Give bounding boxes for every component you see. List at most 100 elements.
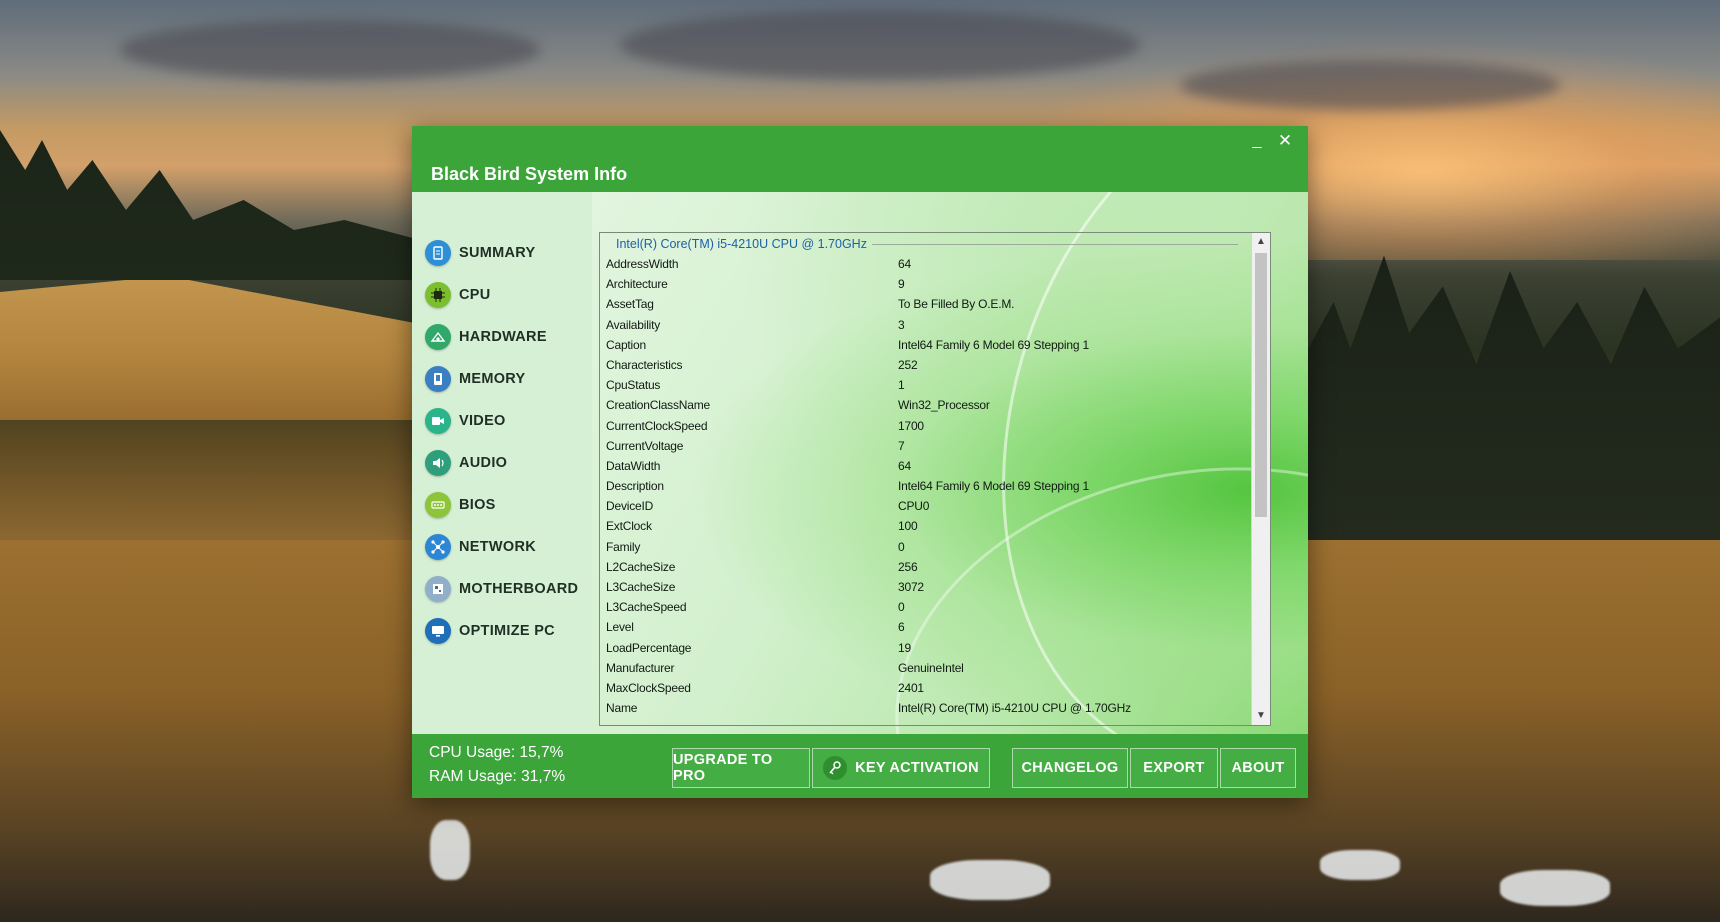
button-label: CHANGELOG bbox=[1021, 760, 1119, 776]
property-value: 3 bbox=[898, 317, 905, 332]
sidebar: SUMMARY CPU HARDWARE MEMORY VIDEO AUDIO … bbox=[412, 192, 592, 734]
property-row[interactable]: ExtClock 100 bbox=[606, 519, 1242, 539]
property-row[interactable]: DeviceID CPU0 bbox=[606, 499, 1242, 519]
property-row[interactable]: CreationClassName Win32_Processor bbox=[606, 398, 1242, 418]
minimize-button[interactable]: _ bbox=[1246, 130, 1268, 152]
close-button[interactable]: ✕ bbox=[1274, 130, 1296, 152]
upgrade-to-pro-button[interactable]: UPGRADE TO PRO bbox=[672, 748, 810, 788]
property-key: CurrentVoltage bbox=[606, 438, 684, 453]
scrollbar-thumb[interactable] bbox=[1255, 253, 1267, 517]
property-value: 1 bbox=[898, 378, 905, 393]
video-icon bbox=[425, 408, 451, 434]
property-key: AddressWidth bbox=[606, 257, 679, 271]
hill bbox=[0, 276, 420, 420]
footer-bar: CPU Usage: 15,7% RAM Usage: 31,7% UPGRAD… bbox=[412, 734, 1308, 798]
scroll-up-icon[interactable]: ▲ bbox=[1252, 233, 1270, 251]
ram-usage-text: RAM Usage: 31,7% bbox=[429, 768, 566, 785]
sidebar-item-audio[interactable]: AUDIO bbox=[425, 448, 590, 478]
cpu-info-panel: Intel(R) Core(TM) i5-4210U CPU @ 1.70GHz… bbox=[599, 232, 1271, 726]
property-row[interactable]: DataWidth 64 bbox=[606, 459, 1242, 479]
network-icon bbox=[425, 534, 451, 560]
property-key: L3CacheSize bbox=[606, 580, 676, 594]
sidebar-item-hardware[interactable]: HARDWARE bbox=[425, 322, 590, 352]
sidebar-item-bios[interactable]: BIOS bbox=[425, 490, 590, 520]
property-value: 9 bbox=[898, 277, 905, 292]
cpu-icon bbox=[425, 282, 451, 308]
property-key: DeviceID bbox=[606, 499, 654, 514]
sidebar-item-video[interactable]: VIDEO bbox=[425, 406, 590, 436]
property-row[interactable]: AddressWidth 64 bbox=[606, 257, 1242, 277]
property-row[interactable]: Characteristics 252 bbox=[606, 358, 1242, 378]
window-title: Black Bird System Info bbox=[431, 164, 628, 184]
cloud bbox=[1180, 60, 1560, 110]
property-row[interactable]: L2CacheSize 256 bbox=[606, 560, 1242, 580]
property-key: CurrentClockSpeed bbox=[606, 418, 708, 433]
property-row[interactable]: LoadPercentage 19 bbox=[606, 641, 1242, 661]
sidebar-item-label: MEMORY bbox=[459, 371, 526, 387]
sidebar-item-label: MOTHERBOARD bbox=[459, 581, 579, 597]
panel-title: Intel(R) Core(TM) i5-4210U CPU @ 1.70GHz bbox=[616, 237, 867, 251]
sidebar-item-label: BIOS bbox=[459, 497, 496, 513]
property-value: Intel(R) Core(TM) i5-4210U CPU @ 1.70GHz bbox=[898, 701, 1131, 716]
property-key: Family bbox=[606, 539, 641, 554]
sidebar-item-memory[interactable]: MEMORY bbox=[425, 364, 590, 394]
property-value: 3072 bbox=[898, 580, 924, 594]
property-key: LoadPercentage bbox=[606, 640, 692, 655]
property-key: Architecture bbox=[606, 277, 668, 292]
property-row[interactable]: AssetTag To Be Filled By O.E.M. bbox=[606, 297, 1242, 317]
sidebar-item-motherboard[interactable]: MOTHERBOARD bbox=[425, 574, 590, 604]
property-value: 0 bbox=[898, 600, 905, 615]
property-row[interactable]: L3CacheSpeed 0 bbox=[606, 600, 1242, 620]
property-key: ExtClock bbox=[606, 519, 652, 534]
audio-icon bbox=[425, 450, 451, 476]
property-row[interactable]: L3CacheSize 3072 bbox=[606, 580, 1242, 600]
about-button[interactable]: ABOUT bbox=[1220, 748, 1296, 788]
sidebar-item-network[interactable]: NETWORK bbox=[425, 532, 590, 562]
sidebar-item-label: SUMMARY bbox=[459, 245, 536, 261]
property-row[interactable]: CurrentClockSpeed 1700 bbox=[606, 419, 1242, 439]
property-row[interactable]: Name Intel(R) Core(TM) i5-4210U CPU @ 1.7… bbox=[606, 701, 1242, 721]
property-key: Caption bbox=[606, 337, 646, 352]
sidebar-item-summary[interactable]: SUMMARY bbox=[425, 238, 590, 268]
property-row[interactable]: Caption Intel64 Family 6 Model 69 Steppin… bbox=[606, 338, 1242, 358]
vertical-scrollbar[interactable]: ▲ ▼ bbox=[1251, 233, 1270, 725]
property-row[interactable]: Description Intel64 Family 6 Model 69 Ste… bbox=[606, 479, 1242, 499]
motherboard-icon bbox=[425, 576, 451, 602]
export-button[interactable]: EXPORT bbox=[1130, 748, 1218, 788]
snow-patch bbox=[1500, 870, 1610, 906]
property-row[interactable]: CpuStatus 1 bbox=[606, 378, 1242, 398]
property-value: CPU0 bbox=[898, 499, 930, 514]
sidebar-item-optimize-pc[interactable]: OPTIMIZE PC bbox=[425, 616, 590, 646]
property-value: 252 bbox=[898, 357, 918, 372]
property-key: Manufacturer bbox=[606, 660, 675, 675]
property-value: 256 bbox=[898, 559, 918, 574]
property-value: 19 bbox=[898, 640, 911, 655]
property-value: Intel64 Family 6 Model 69 Stepping 1 bbox=[898, 479, 1089, 494]
sidebar-item-cpu[interactable]: CPU bbox=[425, 280, 590, 310]
property-row[interactable]: Architecture 9 bbox=[606, 277, 1242, 297]
property-row[interactable]: Level 6 bbox=[606, 620, 1242, 640]
property-key: MaxClockSpeed bbox=[606, 680, 691, 695]
sidebar-item-label: AUDIO bbox=[459, 455, 508, 471]
property-value: 2401 bbox=[898, 680, 924, 695]
property-value: Intel64 Family 6 Model 69 Stepping 1 bbox=[898, 337, 1089, 352]
property-value: GenuineIntel bbox=[898, 660, 964, 675]
key-activation-button[interactable]: KEY ACTIVATION bbox=[812, 748, 990, 788]
property-key: Level bbox=[606, 620, 634, 635]
property-row[interactable]: MaxClockSpeed 2401 bbox=[606, 681, 1242, 701]
property-row[interactable]: Family 0 bbox=[606, 540, 1242, 560]
property-row[interactable]: Availability 3 bbox=[606, 318, 1242, 338]
changelog-button[interactable]: CHANGELOG bbox=[1012, 748, 1128, 788]
divider bbox=[872, 244, 1238, 245]
app-window: Black Bird System Info _ ✕ SUMMARY CPU H… bbox=[412, 126, 1308, 798]
property-key: Description bbox=[606, 479, 664, 494]
property-key: Characteristics bbox=[606, 357, 683, 372]
sidebar-item-label: HARDWARE bbox=[459, 329, 547, 345]
bios-icon bbox=[425, 492, 451, 518]
property-row[interactable]: Manufacturer GenuineIntel bbox=[606, 661, 1242, 681]
property-key: Availability bbox=[606, 317, 661, 332]
property-value: 64 bbox=[898, 257, 911, 271]
property-key: AssetTag bbox=[606, 297, 654, 312]
property-row[interactable]: CurrentVoltage 7 bbox=[606, 439, 1242, 459]
scroll-down-icon[interactable]: ▼ bbox=[1252, 707, 1270, 725]
